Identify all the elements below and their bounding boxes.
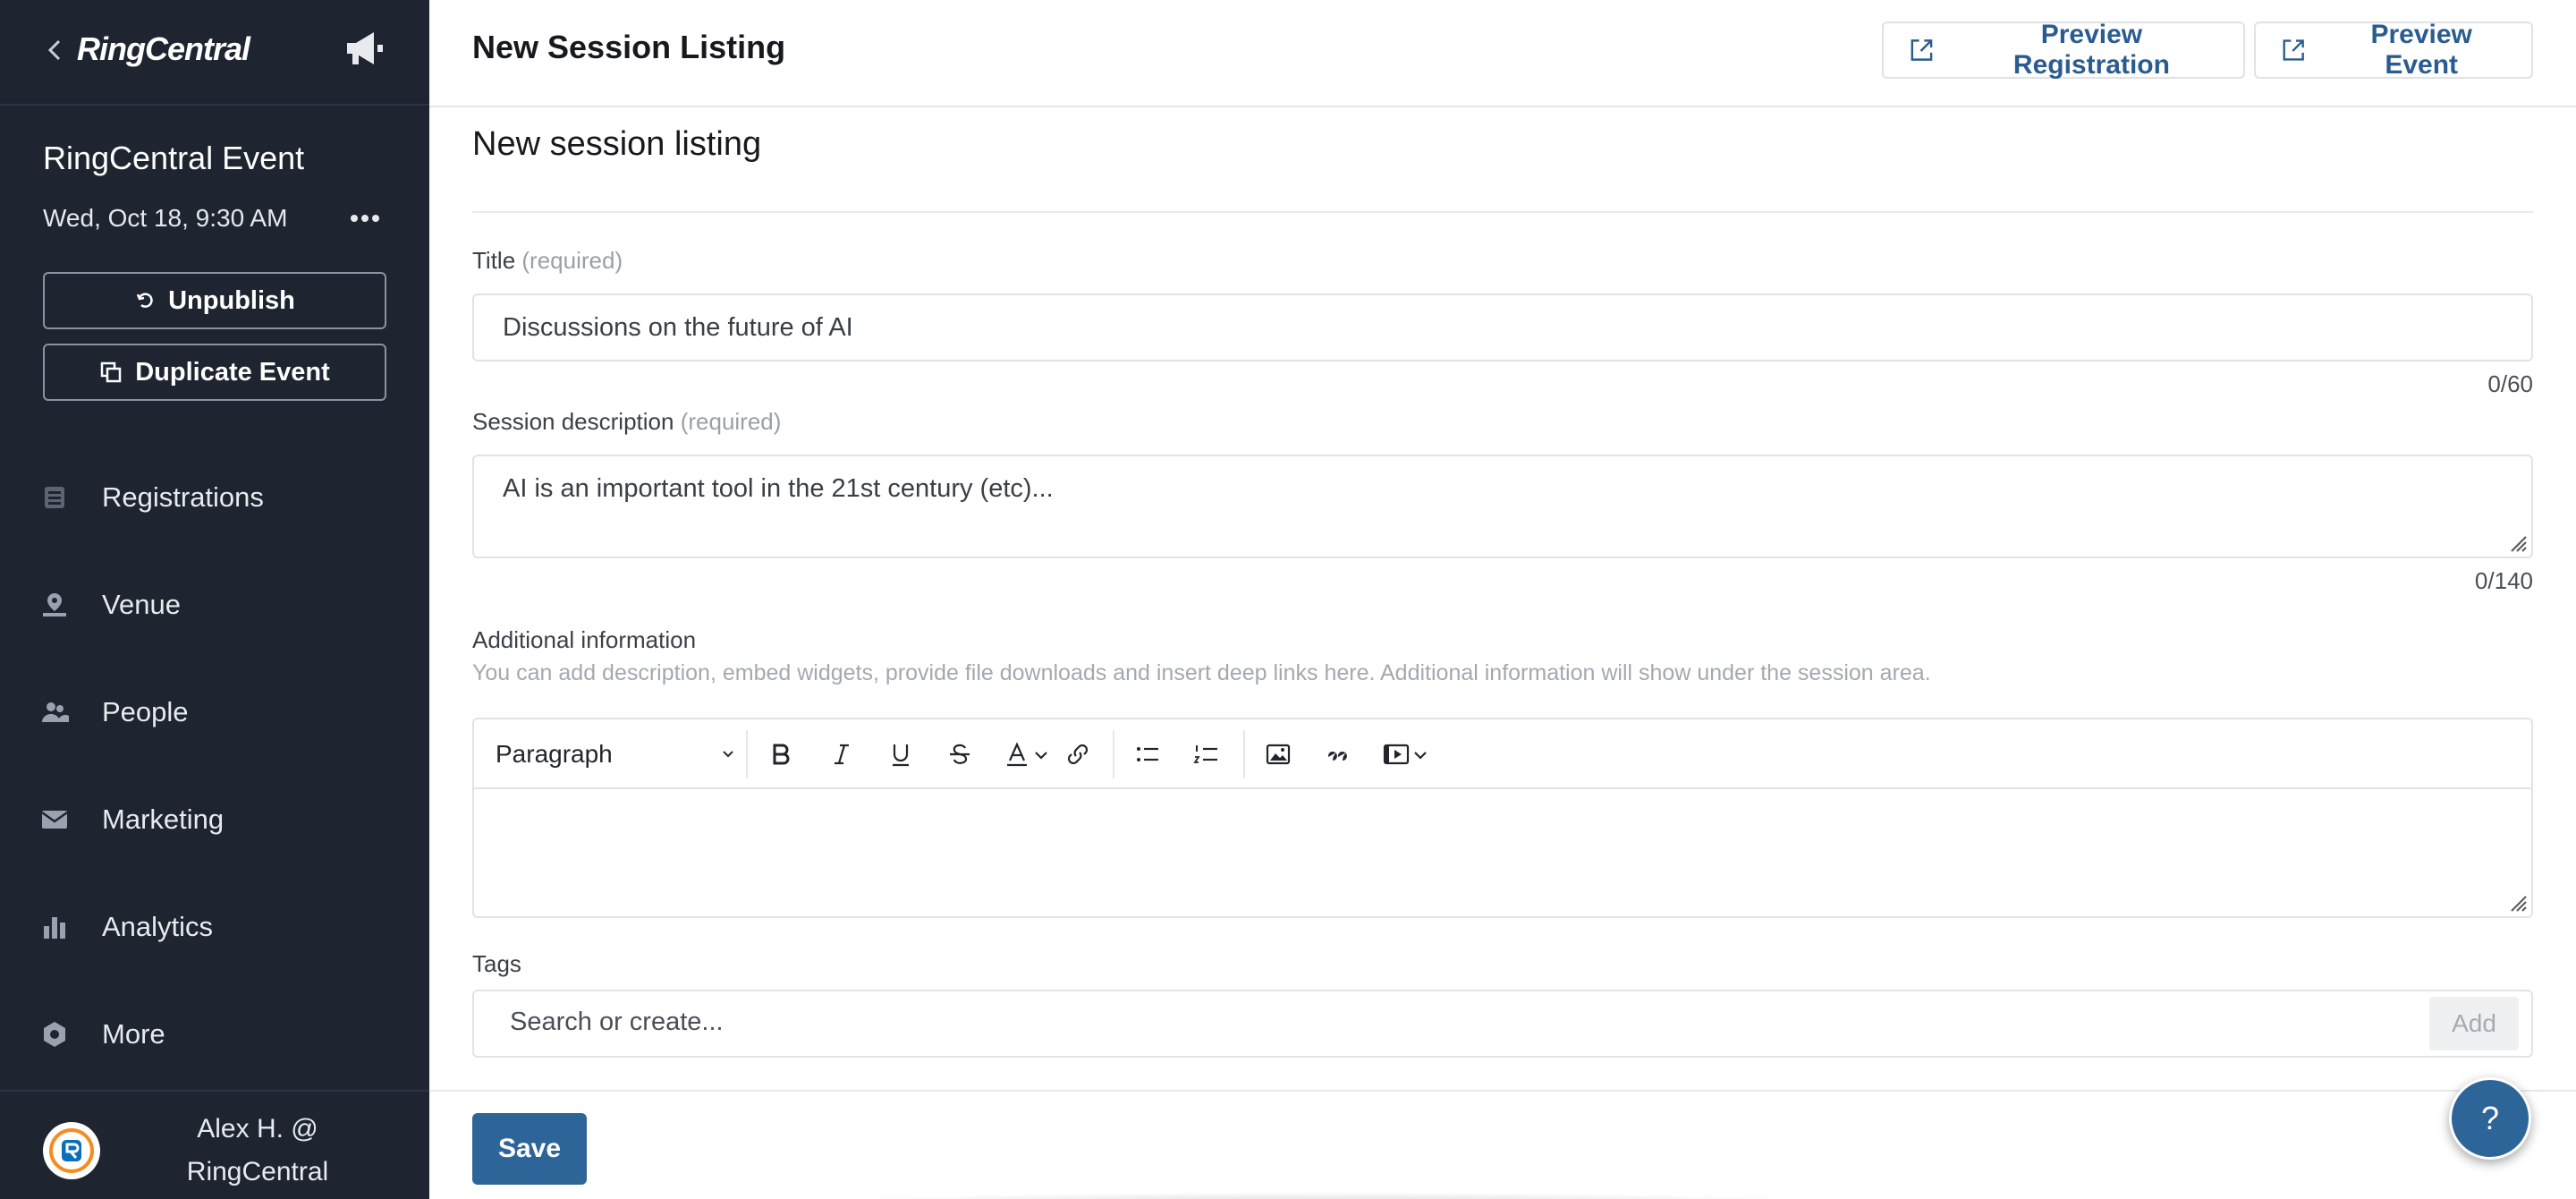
undo-icon <box>136 293 153 308</box>
paragraph-style-value: Paragraph <box>496 740 613 768</box>
sidebar: RingCentral RingCentral Event Wed, Oct 1… <box>0 0 429 1199</box>
unpublish-label: Unpublish <box>168 285 295 315</box>
more-options-icon[interactable] <box>347 202 383 234</box>
sidebar-item-label: More <box>102 1018 165 1050</box>
media-embed-icon[interactable] <box>1381 739 1411 770</box>
image-icon[interactable] <box>1263 739 1293 770</box>
required-hint: (required) <box>521 247 623 274</box>
registrations-icon <box>45 487 64 508</box>
title-input-value: Discussions on the future of AI <box>503 312 853 342</box>
external-link-icon <box>1911 39 1933 61</box>
additional-info-hint: You can add description, embed widgets, … <box>472 660 1931 685</box>
mail-icon <box>41 811 68 829</box>
bar-chart-icon <box>44 917 65 939</box>
preview-event-button[interactable]: Preview Event <box>2254 20 2533 80</box>
toolbar-separator <box>1243 730 1245 778</box>
rich-text-editor: Paragraph <box>472 718 2533 918</box>
event-name: RingCentral Event <box>43 140 305 176</box>
toolbar-separator <box>746 730 748 778</box>
user-name-line2: RingCentral <box>186 1157 329 1186</box>
chevron-down-icon[interactable] <box>1030 739 1052 770</box>
people-icon <box>42 702 69 722</box>
editor-content-area[interactable] <box>474 789 2531 916</box>
form-footer: Save <box>429 1090 2576 1199</box>
preview-registration-button[interactable]: Preview Registration <box>1882 20 2245 80</box>
section-title: New session listing <box>472 125 762 163</box>
chevron-down-icon <box>723 751 733 758</box>
divider <box>472 211 2533 213</box>
tags-search-input[interactable] <box>510 1008 2209 1037</box>
sidebar-item-label: Registrations <box>102 481 264 513</box>
sidebar-item-label: Venue <box>102 589 181 620</box>
footer-shadow <box>769 1192 1878 1199</box>
user-name-line1: Alex H. @ <box>197 1114 318 1144</box>
ringcentral-logo-icon <box>49 1128 94 1173</box>
sidebar-header: RingCentral <box>0 0 429 106</box>
blockquote-icon[interactable] <box>1322 739 1352 770</box>
paragraph-style-select[interactable]: Paragraph <box>496 736 737 773</box>
sidebar-item-people[interactable]: People <box>39 685 189 739</box>
page-title: New Session Listing <box>472 29 786 65</box>
avatar <box>43 1122 100 1179</box>
sidebar-item-label: Marketing <box>102 804 225 835</box>
title-char-counter: 0/60 <box>2487 370 2533 397</box>
description-char-counter: 0/140 <box>2474 567 2533 594</box>
preview-event-label: Preview Event <box>2370 20 2472 80</box>
resize-handle-icon[interactable] <box>2508 533 2528 553</box>
chevron-left-icon[interactable] <box>41 32 66 68</box>
numbered-list-icon[interactable] <box>1191 739 1222 770</box>
chevron-down-icon[interactable] <box>1410 739 1431 770</box>
sidebar-item-registrations[interactable]: Registrations <box>39 471 264 524</box>
bulleted-list-icon[interactable] <box>1132 739 1163 770</box>
sidebar-item-marketing[interactable]: Marketing <box>39 793 224 846</box>
description-textarea[interactable]: AI is an important tool in the 21st cent… <box>472 455 2533 558</box>
strikethrough-icon[interactable] <box>945 739 975 770</box>
duplicate-event-label: Duplicate Event <box>135 357 330 387</box>
resize-handle-icon[interactable] <box>2508 893 2528 913</box>
external-link-icon <box>2283 39 2304 61</box>
venue-icon <box>43 593 66 617</box>
sidebar-item-label: Analytics <box>102 911 214 942</box>
title-label-text: Title <box>472 247 516 274</box>
italic-icon[interactable] <box>826 739 857 770</box>
event-date: Wed, Oct 18, 9:30 AM <box>43 204 288 232</box>
megaphone-icon[interactable] <box>343 29 388 68</box>
toolbar-separator <box>1113 730 1114 778</box>
bold-icon[interactable] <box>766 739 796 770</box>
duplicate-event-button[interactable]: Duplicate Event <box>43 344 386 401</box>
tags-label: Tags <box>472 950 521 977</box>
save-button[interactable]: Save <box>472 1113 587 1185</box>
required-hint: (required) <box>680 408 782 435</box>
page-header: New Session Listing Preview Registration… <box>429 0 2576 107</box>
sidebar-item-label: People <box>102 696 189 727</box>
hexagon-icon <box>44 1022 65 1047</box>
sidebar-item-more[interactable]: More <box>39 1008 165 1061</box>
title-label: Title (required) <box>472 247 623 275</box>
description-label-text: Session description <box>472 408 674 435</box>
additional-info-label: Additional information <box>472 626 697 653</box>
unpublish-button[interactable]: Unpublish <box>43 272 386 329</box>
description-label: Session description (required) <box>472 408 781 436</box>
title-input[interactable]: Discussions on the future of AI <box>472 293 2533 361</box>
sidebar-item-analytics[interactable]: Analytics <box>39 900 213 954</box>
text-color-icon[interactable] <box>1002 739 1032 770</box>
sidebar-item-venue[interactable]: Venue <box>39 578 181 632</box>
user-name: Alex H. @ RingCentral <box>134 1108 381 1194</box>
editor-toolbar: Paragraph <box>474 719 2531 789</box>
copy-icon <box>100 361 122 383</box>
description-textarea-value: AI is an important tool in the 21st cent… <box>503 474 1054 503</box>
preview-registration-label: Preview Registration <box>2012 20 2170 80</box>
user-menu[interactable]: Alex H. @ RingCentral <box>0 1090 429 1199</box>
brand-logo: RingCentral <box>77 30 250 67</box>
help-button[interactable]: ? <box>2449 1077 2531 1160</box>
add-tag-button[interactable]: Add <box>2429 997 2519 1050</box>
tags-field: Add <box>472 990 2533 1058</box>
underline-icon[interactable] <box>886 739 916 770</box>
link-icon[interactable] <box>1063 739 1093 770</box>
